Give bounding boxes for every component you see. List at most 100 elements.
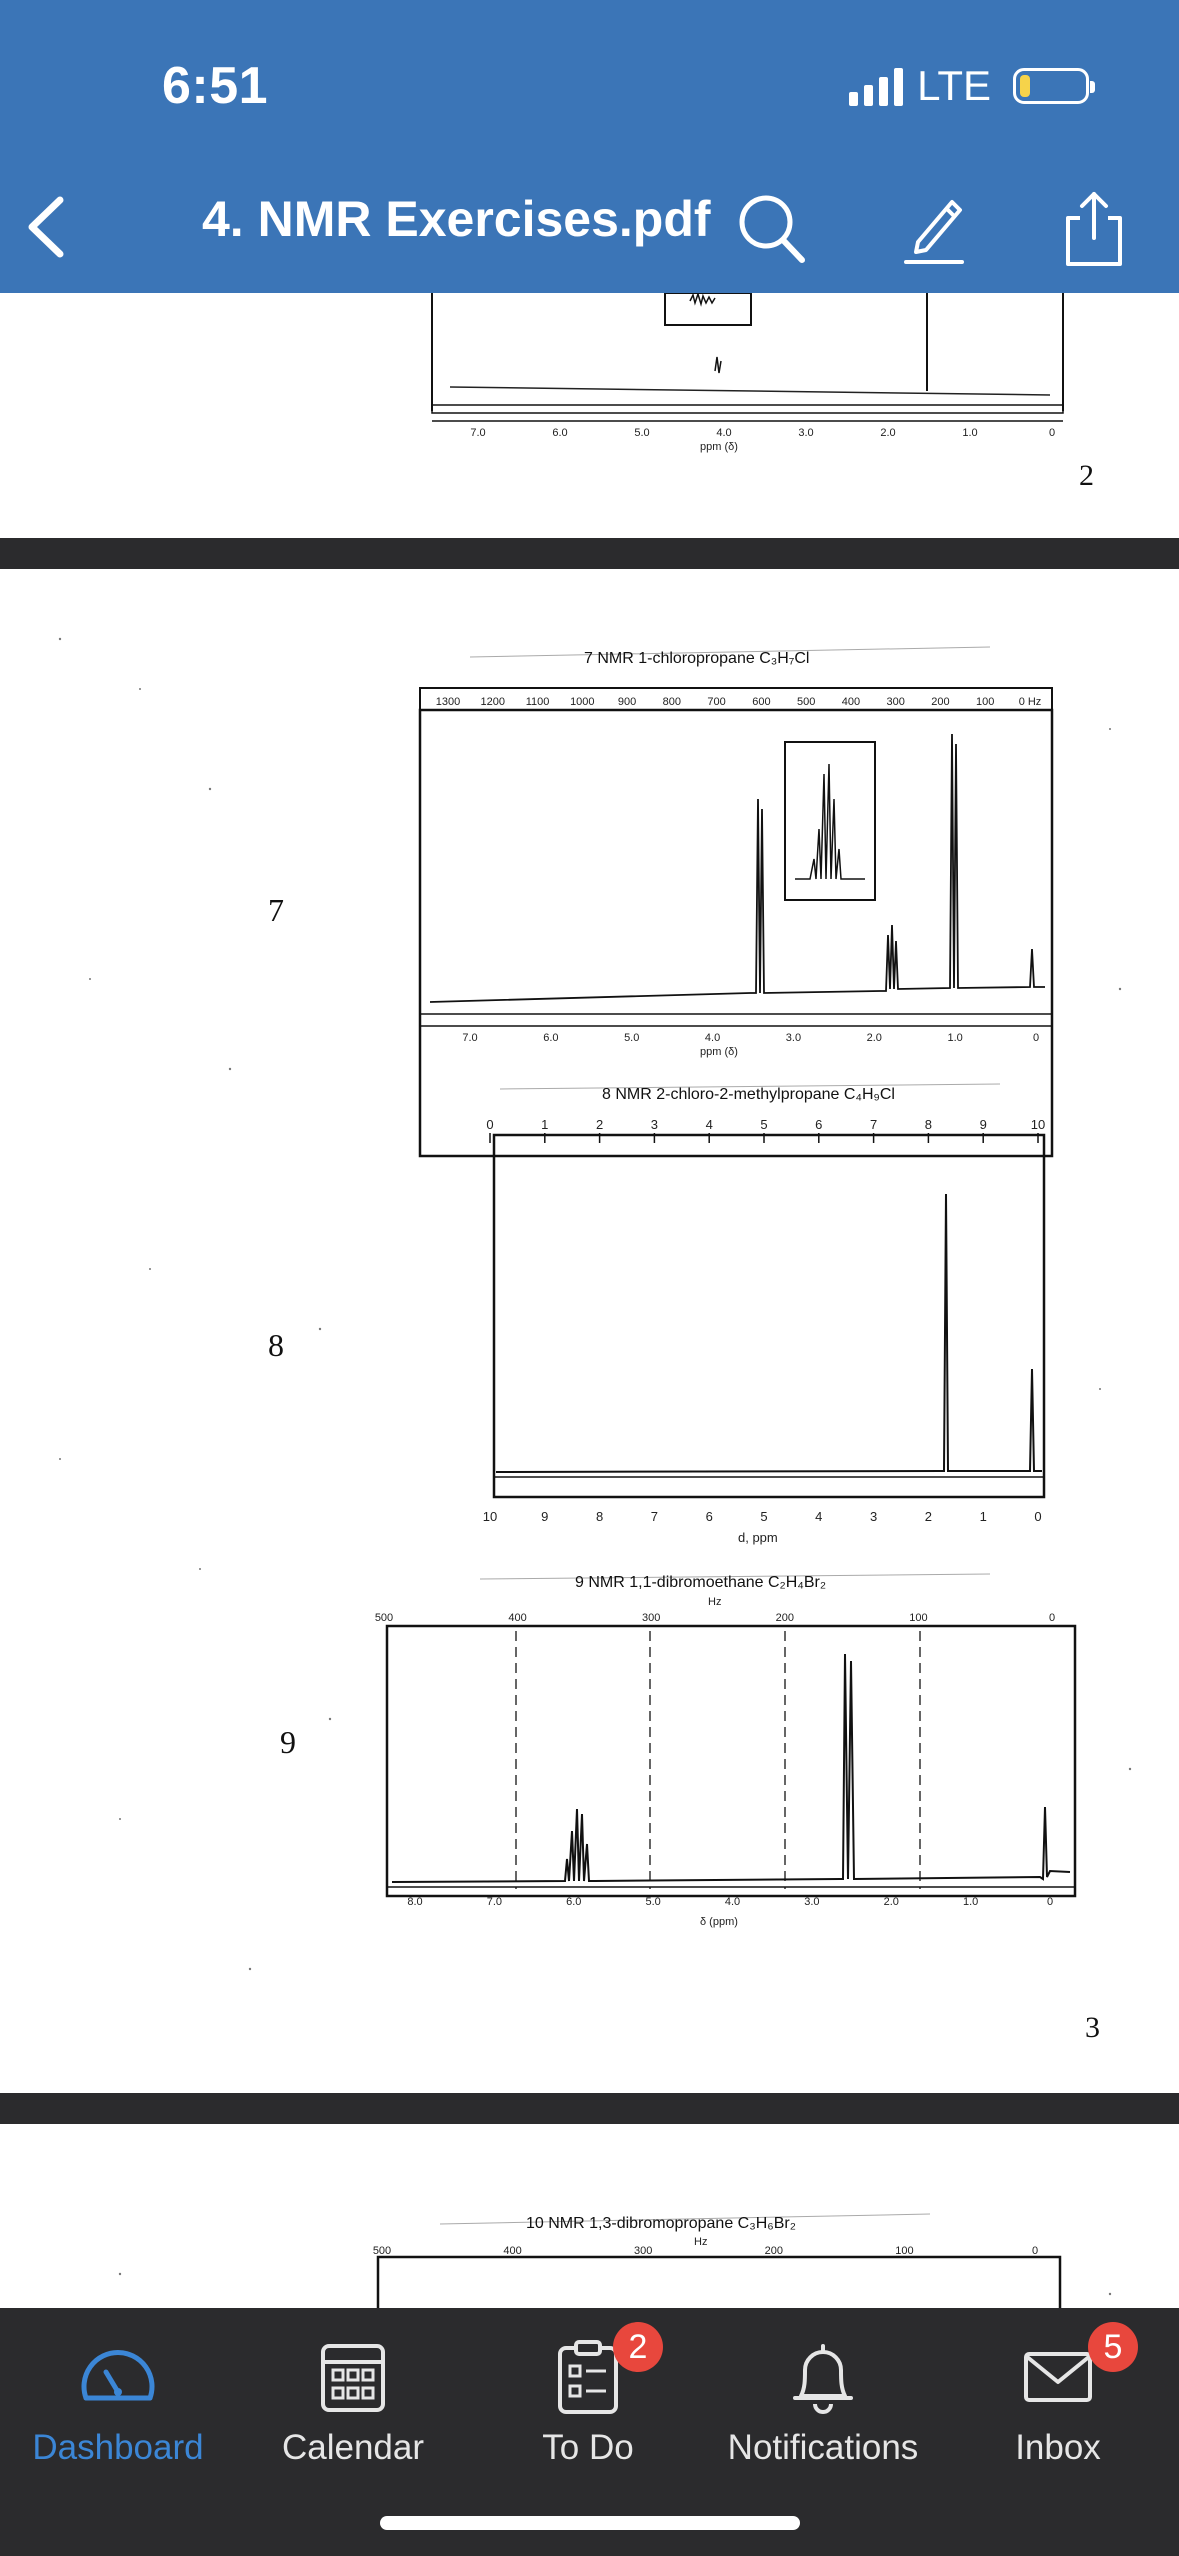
axis-tick-label: 2.0	[880, 427, 895, 439]
scrollbar-track[interactable]	[1172, 569, 1179, 2093]
todo-badge: 2	[613, 2322, 663, 2372]
axis-tick-label: 2.0	[884, 1896, 899, 1908]
tab-label: Calendar	[281, 2428, 425, 2467]
problem-number-9: 9	[280, 1724, 296, 1760]
axis-tick-label: 0	[1047, 1896, 1053, 1908]
app-frame: 6:51 LTE 4. NMR Exercises.pdf 7.0 6.0 5.…	[0, 0, 1179, 2556]
axis-tick-label: 500	[797, 696, 815, 708]
scrollbar-track[interactable]	[1172, 293, 1179, 538]
axis-tick-label: 3.0	[786, 1032, 801, 1044]
inbox-badge: 5	[1088, 2322, 1138, 2372]
axis-tick-label: 300	[634, 2245, 652, 2257]
axis-tick-label: 7	[651, 1509, 658, 1524]
calendar-icon	[321, 2344, 385, 2412]
axis-tick-label: 100	[909, 1612, 927, 1624]
axis-tick-label: 100	[895, 2245, 913, 2257]
axis-tick-label: 9	[980, 1117, 987, 1132]
axis-tick-label: 0	[1049, 1612, 1055, 1624]
axis-tick-label: 1.0	[962, 427, 977, 439]
axis-tick-label: 0	[1032, 2245, 1038, 2257]
axis-tick-label: 3.0	[798, 427, 813, 439]
header-bar: 6:51 LTE 4. NMR Exercises.pdf	[0, 0, 1179, 293]
tab-label: Notifications	[727, 2428, 919, 2467]
axis-tick-label: 3	[870, 1509, 877, 1524]
axis-tick-label: 6.0	[552, 427, 567, 439]
axis-tick-label: 10	[483, 1509, 497, 1524]
axis-tick-label: 200	[931, 696, 949, 708]
axis-tick-label: 10	[1031, 1117, 1045, 1132]
axis-tick-label: 4.0	[716, 427, 731, 439]
axis-tick-label: 0	[486, 1117, 493, 1132]
document-title: 4. NMR Exercises.pdf	[202, 191, 711, 247]
tab-inbox[interactable]: 5 Inbox	[948, 2322, 1168, 2488]
axis-tick-label: 1200	[481, 696, 505, 708]
axis-unit: ppm (δ)	[700, 441, 738, 453]
bell-icon	[793, 2344, 853, 2414]
axis-tick-label: 9	[541, 1509, 548, 1524]
scrollbar-track[interactable]	[1172, 2124, 1179, 2308]
axis-tick-label: 600	[752, 696, 770, 708]
axis-tick-label: 6.0	[566, 1896, 581, 1908]
axis-tick-label: 2	[925, 1509, 932, 1524]
axis-tick-label: 6.0	[543, 1032, 558, 1044]
axis-tick-label: 7.0	[470, 427, 485, 439]
axis-tick-label: 0	[1049, 427, 1055, 439]
axis-tick-label: 5.0	[634, 427, 649, 439]
axis-tick-label: 1000	[570, 696, 594, 708]
tab-label: Dashboard	[32, 2428, 204, 2467]
axis-tick-label: 100	[976, 696, 994, 708]
axis-tick-label: 6	[706, 1509, 713, 1524]
spectrum7-caption: 7 NMR 1-chloropropane C₃H₇Cl	[584, 650, 809, 667]
spectrum8-caption: 8 NMR 2-chloro-2-methylpropane C₄H₉Cl	[602, 1086, 895, 1103]
axis-tick-label: 4.0	[725, 1896, 740, 1908]
axis-tick-label: 200	[765, 2245, 783, 2257]
share-button[interactable]	[1058, 188, 1130, 268]
axis-tick-label: 7.0	[487, 1896, 502, 1908]
axis-tick-label: 8	[596, 1509, 603, 1524]
tab-label: To Do	[542, 2428, 634, 2467]
axis-tick-label: 5.0	[645, 1896, 660, 1908]
spectrum9-hz-label: Hz	[708, 1596, 721, 1608]
axis-tick-label: 5.0	[624, 1032, 639, 1044]
axis-tick-label: 1100	[526, 696, 550, 708]
axis-tick-label: 4	[706, 1117, 713, 1132]
axis-tick-label: 1300	[436, 696, 460, 708]
axis-tick-label: 2.0	[867, 1032, 882, 1044]
page-content: 7 7 NMR 1-chloropropane C₃H₇Cl 1300 1200 1…	[58, 637, 1132, 2044]
annotate-button[interactable]	[900, 188, 972, 268]
page-number: 3	[1085, 2011, 1100, 2044]
tab-label: Inbox	[1015, 2428, 1101, 2467]
pen-icon	[904, 200, 964, 264]
axis-tick-label: 8.0	[407, 1896, 422, 1908]
tab-todo[interactable]: 2 To Do	[478, 2322, 698, 2488]
spectrum-fragment: 7.0 6.0 5.0 4.0 3.0 2.0 1.0 0 ppm (δ) 2	[431, 293, 1094, 492]
spectrum9-caption: 9 NMR 1,1-dibromoethane C₂H₄Br₂	[575, 1574, 826, 1591]
axis-tick-label: 500	[373, 2245, 391, 2257]
axis-tick-label: 400	[503, 2245, 521, 2257]
axis-tick-label: 3	[651, 1117, 658, 1132]
spectrum7-axis-unit: ppm (δ)	[700, 1046, 738, 1058]
problem-number-7: 7	[268, 892, 284, 928]
spectrum10-caption: 10 NMR 1,3-dibromopropane C₃H₆Br₂	[526, 2215, 796, 2232]
axis-tick-label: 8	[925, 1117, 932, 1132]
spectrum8-axis-unit: d, ppm	[738, 1530, 778, 1545]
axis-tick-label: 1	[980, 1509, 987, 1524]
signal-icon	[849, 66, 904, 106]
status-time: 6:51	[162, 57, 269, 115]
tab-notifications[interactable]: Notifications	[713, 2328, 933, 2488]
pdf-page-3: 7 7 NMR 1-chloropropane C₃H₇Cl 1300 1200 1…	[0, 569, 1172, 2093]
spectrum10-hz-label: Hz	[694, 2236, 707, 2248]
chevron-left-icon	[28, 196, 64, 258]
status-indicators: LTE	[849, 62, 1095, 110]
search-button[interactable]	[736, 188, 808, 268]
axis-tick-label: 500	[375, 1612, 393, 1624]
back-button[interactable]	[20, 192, 74, 262]
axis-tick-label: 200	[776, 1612, 794, 1624]
axis-tick-label: 0 Hz	[1019, 696, 1042, 708]
tab-calendar[interactable]: Calendar	[243, 2328, 463, 2488]
axis-tick-label: 300	[887, 696, 905, 708]
axis-tick-label: 1	[541, 1117, 548, 1132]
tab-dashboard[interactable]: Dashboard	[8, 2328, 228, 2488]
axis-tick-label: 7.0	[462, 1032, 477, 1044]
axis-tick-label: 6	[815, 1117, 822, 1132]
